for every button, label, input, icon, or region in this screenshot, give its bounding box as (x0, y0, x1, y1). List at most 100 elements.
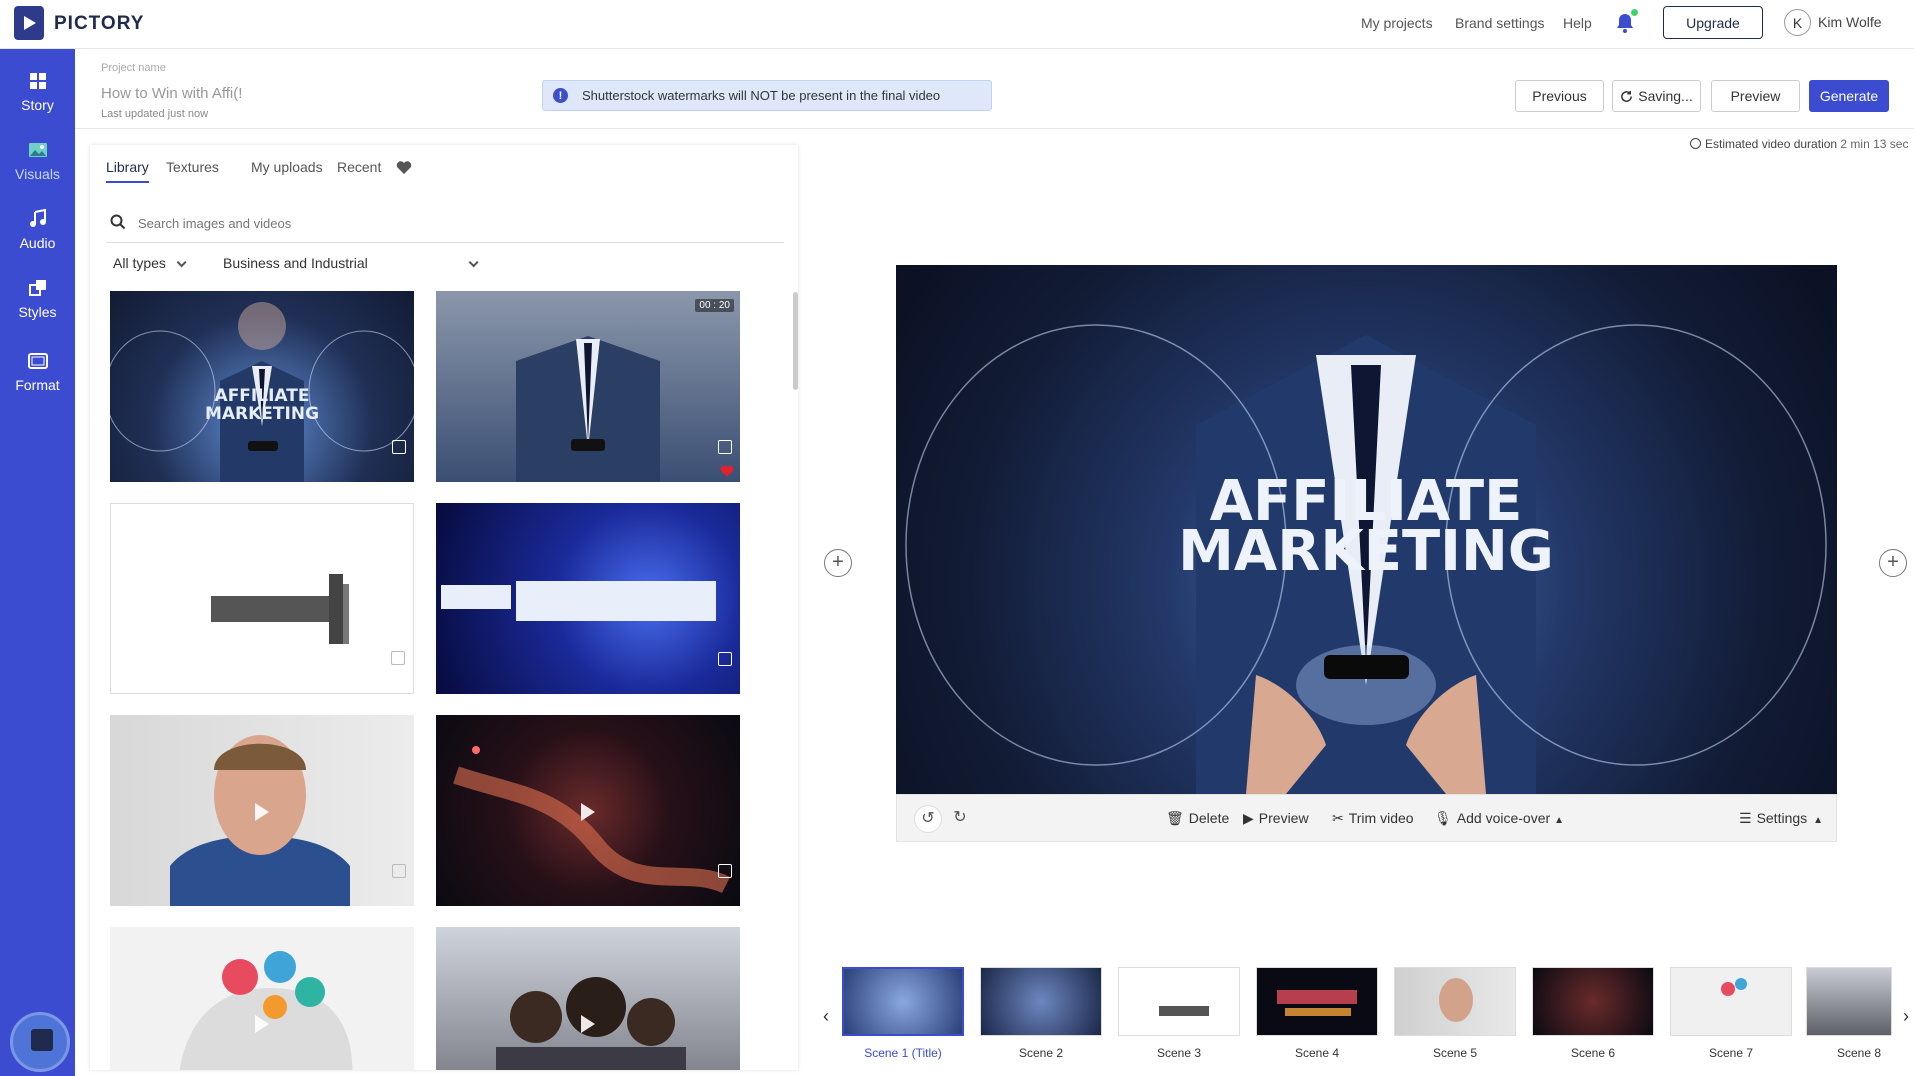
type-filter-dropdown[interactable]: All types (113, 255, 187, 271)
sidebar-item-story[interactable]: Story (0, 71, 75, 141)
project-name-label: Project name (101, 62, 166, 74)
upgrade-button[interactable]: Upgrade (1663, 6, 1763, 39)
project-bar: Project name How to Win with Affi(! Last… (75, 49, 1914, 129)
pictory-logo-icon[interactable] (14, 6, 44, 40)
media-thumbnail[interactable] (436, 715, 740, 906)
grid-icon (29, 73, 46, 89)
notice-text: Shutterstock watermarks will NOT be pres… (582, 88, 941, 103)
timeline-scene-7[interactable]: Scene 7 (1670, 967, 1792, 1060)
sidebar-item-label: Story (21, 97, 54, 113)
overlay-text-marketing: MARKETING (1178, 519, 1554, 584)
media-thumbnail[interactable] (110, 715, 414, 906)
caret-up-icon: ▲ (1813, 815, 1824, 826)
redo-icon[interactable]: ↻ (946, 805, 974, 833)
gears-head-image (179, 951, 353, 1070)
timeline-scene-5[interactable]: Scene 5 (1394, 967, 1516, 1060)
timeline-scene-1[interactable]: Scene 1 (Title) (842, 967, 964, 1060)
heart-filled-icon[interactable] (720, 465, 734, 478)
trash-icon: 🗑 (1166, 810, 1184, 826)
internet-word-cloud-image (211, 574, 349, 644)
nav-my-projects[interactable]: My projects (1361, 15, 1433, 31)
timeline-scene-3[interactable]: Scene 3 (1118, 967, 1240, 1060)
gear-icon (1721, 982, 1735, 996)
notification-dot (1631, 9, 1638, 16)
project-name-field[interactable]: How to Win with Affi(! (101, 85, 242, 102)
tab-my-uploads[interactable]: My uploads (251, 159, 323, 175)
add-voice-over-button[interactable]: 🎙 Add voice-over ▲ (1434, 810, 1569, 827)
media-thumbnail[interactable] (110, 503, 414, 694)
copy-icon[interactable] (392, 440, 406, 454)
sidebar-item-audio[interactable]: Audio (0, 209, 75, 279)
type-filter-value: All types (113, 255, 166, 271)
timeline-scene-4[interactable]: Scene 4 (1256, 967, 1378, 1060)
sidebar-item-styles[interactable]: Styles (0, 278, 75, 348)
timeline-scene-6[interactable]: Scene 6 (1532, 967, 1654, 1060)
nav-brand-settings[interactable]: Brand settings (1455, 15, 1545, 31)
add-scene-before-button[interactable]: + (824, 549, 852, 577)
media-thumbnail[interactable] (436, 503, 740, 694)
nav-help[interactable]: Help (1563, 15, 1592, 31)
undo-icon[interactable]: ↺ (914, 805, 942, 833)
trim-video-button[interactable]: ✂ Trim video (1332, 810, 1414, 827)
timeline-next-arrow-icon[interactable]: › (1903, 1006, 1909, 1027)
chevron-down-icon (468, 257, 479, 268)
settings-button[interactable]: ☰ Settings ▲ (1739, 810, 1828, 827)
sidebar-item-label: Audio (19, 235, 56, 251)
copy-icon[interactable] (392, 864, 406, 878)
previous-button[interactable]: Previous (1515, 80, 1604, 112)
scene-label: Scene 7 (1708, 1046, 1754, 1060)
search-input[interactable] (138, 211, 768, 235)
caret-up-icon: ▲ (1554, 815, 1565, 826)
media-scrollbar[interactable] (793, 292, 798, 390)
scene-thumbnail (1806, 967, 1892, 1036)
play-icon[interactable] (255, 1015, 269, 1033)
scene-label: Scene 3 (1156, 1046, 1202, 1060)
delete-button[interactable]: 🗑 Delete (1166, 810, 1229, 827)
play-icon[interactable] (581, 803, 595, 821)
play-icon[interactable] (255, 803, 269, 821)
media-thumbnail[interactable] (110, 927, 414, 1070)
sidebar-item-visuals[interactable]: Visuals (0, 140, 75, 210)
chat-support-icon[interactable] (10, 1012, 70, 1072)
seo-text-graphic (1277, 990, 1357, 1004)
scene-label: Scene 1 (Title) (864, 1046, 942, 1060)
image-icon (28, 143, 47, 157)
music-icon (29, 209, 46, 227)
scene-preview[interactable]: AFFILIATE MARKETING (896, 265, 1837, 794)
sidebar-item-label: Styles (18, 304, 57, 320)
copy-icon[interactable] (718, 440, 732, 454)
copy-icon[interactable] (718, 864, 732, 878)
saving-label: Saving... (1638, 88, 1693, 104)
svg-text:AFFILIATE: AFFILIATE (215, 386, 310, 406)
media-thumbnail[interactable] (436, 927, 740, 1070)
preview-button[interactable]: Preview (1711, 80, 1800, 112)
media-thumbnail[interactable]: AFFILIATE MARKETING (110, 291, 414, 482)
marketing-text-graphic (1285, 1008, 1351, 1016)
clock-icon (1690, 138, 1701, 149)
add-scene-after-button[interactable]: + (1879, 549, 1907, 577)
timeline-scene-8[interactable]: Scene 8 (1806, 967, 1892, 1060)
svg-text:MARKETING: MARKETING (205, 404, 319, 424)
copy-icon[interactable] (391, 651, 405, 665)
tab-recent[interactable]: Recent (337, 159, 381, 175)
user-name[interactable]: Kim Wolfe (1818, 14, 1882, 30)
sidebar-item-label: Visuals (15, 166, 60, 182)
media-thumbnail[interactable]: 00 : 20 (436, 291, 740, 482)
scene-preview-button[interactable]: ▶ Preview (1243, 810, 1309, 827)
avatar[interactable]: K (1784, 9, 1811, 36)
saving-button[interactable]: Saving... (1612, 80, 1701, 112)
tab-textures[interactable]: Textures (166, 159, 219, 175)
favorites-heart-icon[interactable] (396, 161, 412, 175)
sidebar-item-format[interactable]: Format (0, 351, 75, 421)
tab-library[interactable]: Library (106, 159, 149, 183)
copy-icon[interactable] (718, 652, 732, 666)
add-voice-over-label: Add voice-over (1456, 810, 1551, 826)
category-filter-dropdown[interactable]: Business and Industrial (223, 255, 479, 271)
social-media-image (441, 581, 716, 621)
man-face-graphic (1439, 978, 1473, 1022)
timeline-scene-2[interactable]: Scene 2 (980, 967, 1102, 1060)
notification-bell-icon[interactable] (1616, 9, 1638, 33)
generate-button[interactable]: Generate (1809, 80, 1889, 112)
timeline-prev-arrow-icon[interactable]: ‹ (823, 1006, 829, 1027)
play-icon[interactable] (581, 1015, 595, 1033)
